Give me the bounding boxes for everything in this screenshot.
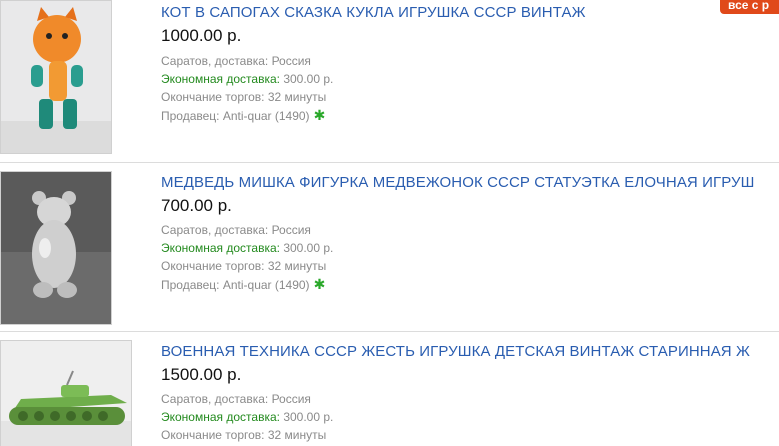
listing-item: ВОЕННАЯ ТЕХНИКА СССР ЖЕСТЬ ИГРУШКА ДЕТСК…: [0, 332, 779, 446]
listing-thumbnail[interactable]: [0, 0, 112, 154]
listing-meta: Саратов, доставка: Россия Экономная дост…: [161, 221, 333, 294]
listing-ends: Окончание торгов: 32 минуты: [161, 428, 327, 442]
bear-figurine-image: [1, 172, 111, 324]
seller-text[interactable]: Продавец: Anti-quar (1490): [161, 109, 310, 123]
listing-item: МЕДВЕДЬ МИШКА ФИГУРКА МЕДВЕЖОНОК СССР СТ…: [0, 163, 779, 331]
listing-location: Саратов, доставка: Россия: [161, 54, 311, 68]
listing-item: КОТ В САПОГАХ СКАЗКА КУКЛА ИГРУШКА СССР …: [0, 0, 779, 162]
listing-shipping: Экономная доставка: 300.00 р.: [161, 70, 333, 88]
listing-location: Саратов, доставка: Россия: [161, 392, 311, 406]
listing-thumbnail[interactable]: [0, 340, 132, 446]
tank-toy-image: [1, 341, 131, 446]
shipping-value: 300.00 р.: [283, 241, 334, 255]
listing-shipping: Экономная доставка: 300.00 р.: [161, 239, 333, 257]
listing-ends: Окончание торгов: 32 минуты: [161, 259, 327, 273]
listing-title-link[interactable]: МЕДВЕДЬ МИШКА ФИГУРКА МЕДВЕЖОНОК СССР СТ…: [161, 174, 754, 191]
green-star-icon: ✱: [313, 107, 326, 123]
listing-seller[interactable]: Продавец: Anti-quar (1490) ✱: [161, 275, 333, 294]
listing-seller[interactable]: Продавец: Anti-quar (1490) ✱: [161, 106, 333, 125]
listing-price: 1000.00 р.: [161, 26, 242, 45]
listing-meta: Саратов, доставка: Россия Экономная дост…: [161, 390, 333, 444]
listing-title-link[interactable]: ВОЕННАЯ ТЕХНИКА СССР ЖЕСТЬ ИГРУШКА ДЕТСК…: [161, 343, 750, 360]
listing-ends: Окончание торгов: 32 минуты: [161, 90, 327, 104]
listing-title-link[interactable]: КОТ В САПОГАХ СКАЗКА КУКЛА ИГРУШКА СССР …: [161, 4, 586, 21]
listing-meta: Саратов, доставка: Россия Экономная дост…: [161, 52, 333, 125]
shipping-label: Экономная доставка:: [161, 241, 280, 255]
green-star-icon: ✱: [313, 276, 326, 292]
listing-thumbnail[interactable]: [0, 171, 112, 325]
listing-price: 1500.00 р.: [161, 365, 242, 384]
shipping-value: 300.00 р.: [283, 72, 334, 86]
shipping-value: 300.00 р.: [283, 410, 334, 424]
cat-doll-image: [1, 1, 111, 153]
shipping-label: Экономная доставка:: [161, 410, 280, 424]
listing-location: Саратов, доставка: Россия: [161, 223, 311, 237]
shipping-label: Экономная доставка:: [161, 72, 280, 86]
listing-price: 700.00 р.: [161, 196, 232, 215]
listing-shipping: Экономная доставка: 300.00 р.: [161, 408, 333, 426]
seller-text[interactable]: Продавец: Anti-quar (1490): [161, 278, 310, 292]
